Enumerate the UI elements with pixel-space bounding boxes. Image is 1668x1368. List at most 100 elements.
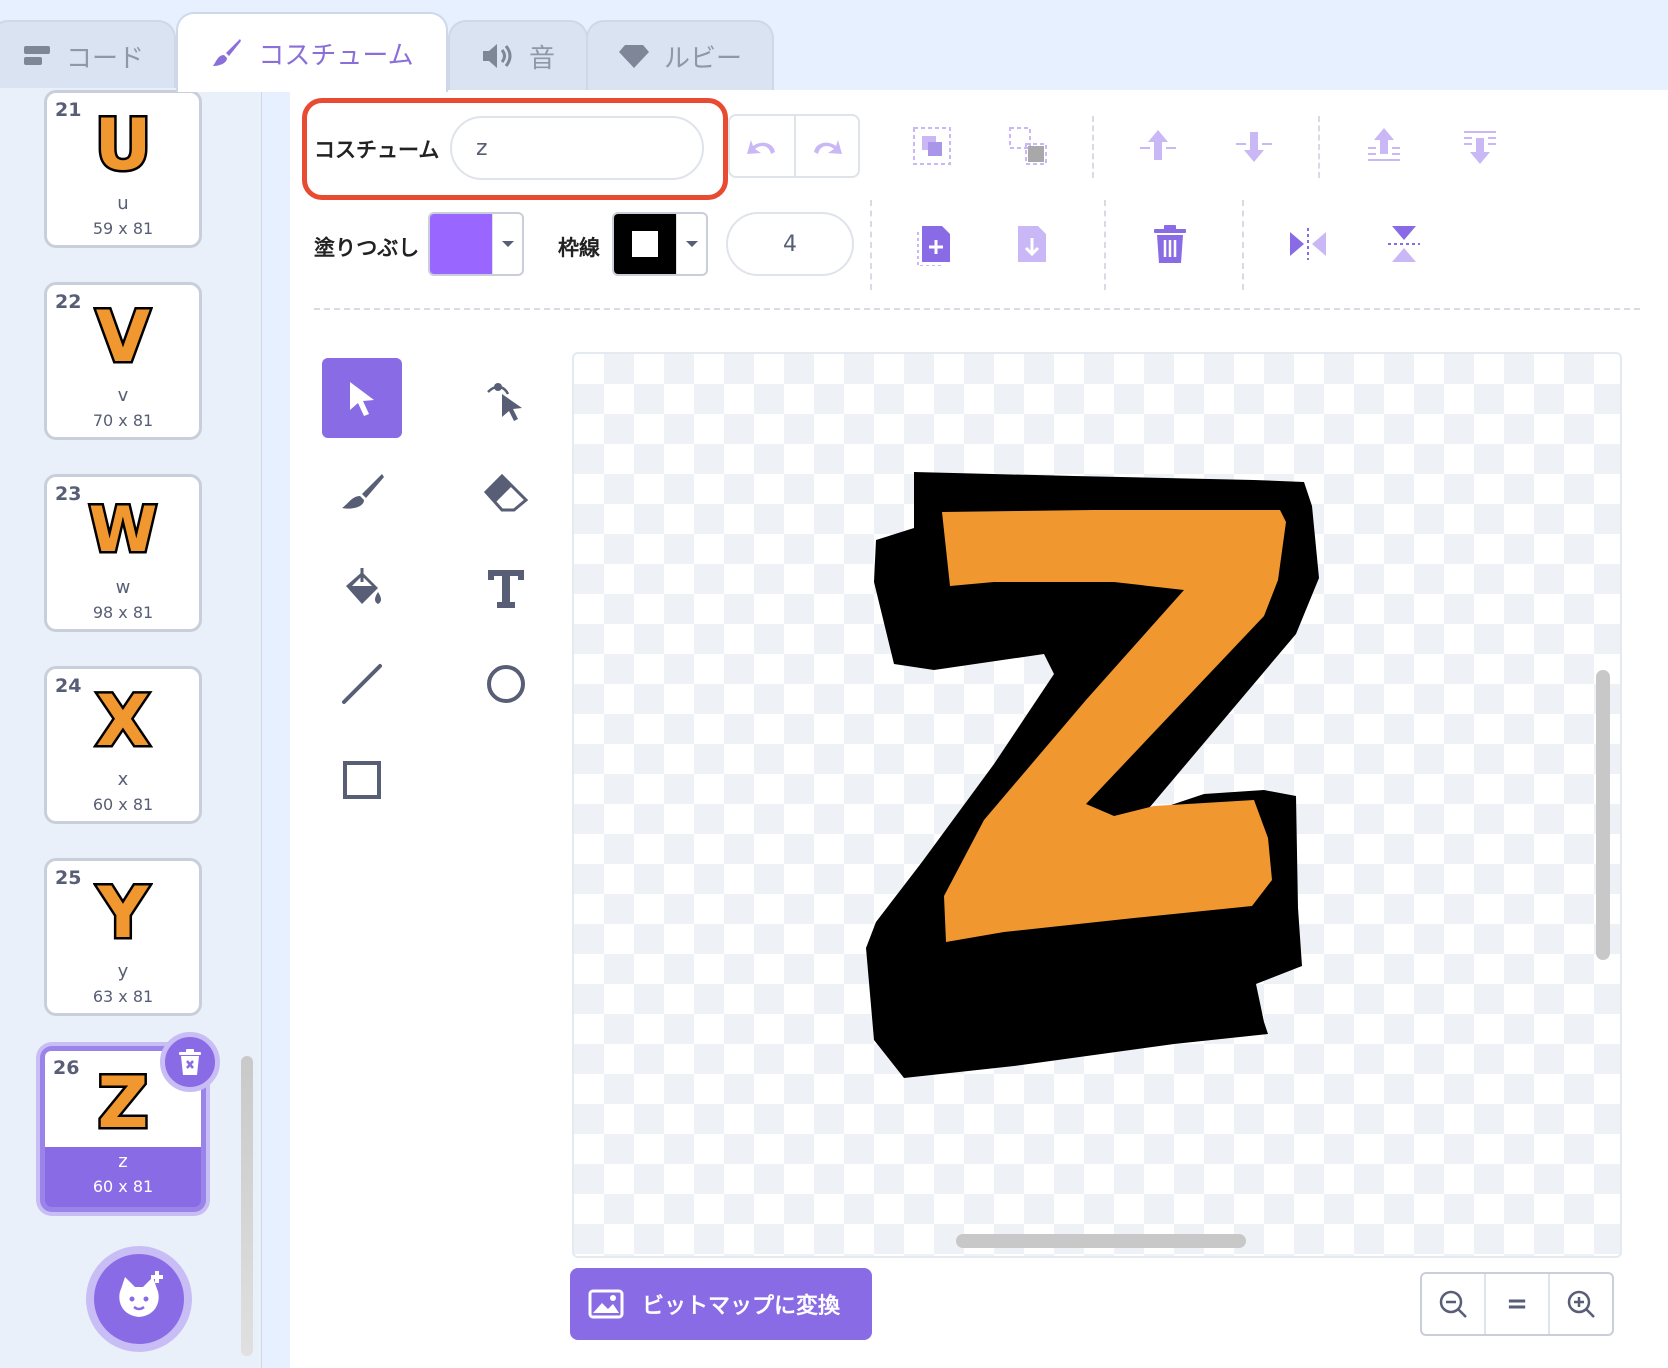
flip-vertical-button[interactable]: [1376, 216, 1432, 272]
outline-width-input[interactable]: 4: [726, 212, 854, 276]
toolbar-separator: [314, 308, 1640, 310]
arrow-up-icon: [1140, 130, 1176, 160]
costume-size: 98 x 81: [92, 603, 154, 622]
tab-costumes-label: コスチューム: [258, 40, 414, 71]
tab-code[interactable]: コード: [0, 20, 176, 90]
costume-size: 59 x 81: [92, 219, 154, 238]
costume-name: v: [117, 385, 129, 406]
toolbar-divider: [870, 200, 872, 290]
tab-sounds-label: 音: [528, 43, 555, 74]
paste-icon: [917, 226, 950, 266]
toolbar-divider: [1092, 116, 1094, 178]
arrow-down-icon: [1236, 132, 1272, 162]
back-button[interactable]: [1452, 118, 1508, 174]
paste-button[interactable]: [908, 216, 964, 272]
convert-to-bitmap-label: ビットマップに変換: [642, 1294, 841, 1319]
rectangle-tool[interactable]: [322, 740, 402, 820]
cat-add-icon: [119, 1271, 163, 1317]
rectangle-icon: [343, 761, 381, 799]
zoom-out-button[interactable]: [1422, 1274, 1484, 1334]
choose-costume-button[interactable]: [86, 1246, 192, 1352]
costume-item-y[interactable]: 25 Y y 63 x 81: [44, 858, 202, 1016]
trash-icon: [1154, 225, 1186, 263]
sidebar-scrollbar[interactable]: [241, 1056, 253, 1356]
flip-horizontal-button[interactable]: [1280, 216, 1336, 272]
front-button[interactable]: [1356, 118, 1412, 174]
fill-color-swatch: [430, 214, 492, 274]
paint-canvas[interactable]: [572, 352, 1622, 1258]
outline-label: 枠線: [558, 236, 600, 260]
dropdown-arrow-icon: [492, 214, 522, 274]
costume-thumbnail: X: [47, 677, 199, 767]
convert-to-bitmap-button[interactable]: ビットマップに変換: [570, 1268, 872, 1340]
dropdown-arrow-icon: [676, 214, 706, 274]
zoom-in-icon: [1567, 1290, 1595, 1318]
costume-name: w: [115, 577, 131, 598]
costume-item-u[interactable]: 21 U u 59 x 81: [44, 90, 202, 248]
ungroup-icon: [1009, 127, 1047, 165]
undo-icon: [747, 140, 775, 154]
forward-button[interactable]: [1130, 118, 1186, 174]
tab-ruby-label: ルビー: [663, 43, 742, 74]
flip-horizontal-icon: [1290, 228, 1326, 260]
svg-text:U: U: [95, 104, 152, 181]
costume-size: 70 x 81: [92, 411, 154, 430]
toolbar-divider: [1104, 200, 1106, 290]
redo-icon: [814, 140, 842, 154]
code-blocks-icon: [23, 46, 50, 65]
costume-size: 60 x 81: [92, 795, 154, 814]
delete-costume-button[interactable]: [160, 1032, 220, 1092]
costume-item-w[interactable]: 23 W w 98 x 81: [44, 474, 202, 632]
delete-button[interactable]: [1142, 216, 1198, 272]
tab-ruby[interactable]: ルビー: [586, 20, 774, 90]
fill-color-picker[interactable]: [428, 212, 524, 276]
zoom-reset-button[interactable]: =: [1484, 1274, 1548, 1334]
costume-thumbnail: U: [47, 101, 199, 191]
costume-name: y: [117, 961, 129, 982]
costume-size: 63 x 81: [92, 987, 154, 1006]
reshape-icon: [487, 383, 522, 421]
ungroup-button[interactable]: [1000, 118, 1056, 174]
select-tool[interactable]: [322, 358, 402, 438]
svg-text:W: W: [89, 493, 157, 565]
trash-icon: [179, 1049, 201, 1075]
redo-button[interactable]: [794, 116, 858, 176]
costume-item-v[interactable]: 22 V v 70 x 81: [44, 282, 202, 440]
fill-tool[interactable]: [322, 548, 402, 628]
zoom-in-button[interactable]: [1548, 1274, 1612, 1334]
outline-color-picker[interactable]: [612, 212, 708, 276]
brush-icon: [342, 474, 384, 509]
send-to-back-icon: [1464, 131, 1496, 164]
gem-icon: [618, 45, 649, 68]
circle-tool[interactable]: [466, 644, 546, 724]
line-tool[interactable]: [322, 644, 402, 724]
svg-text:Z: Z: [98, 1062, 149, 1139]
zoom-controls: =: [1420, 1272, 1614, 1336]
paint-bucket-icon: [346, 568, 381, 604]
group-icon: [913, 127, 951, 165]
tab-sounds[interactable]: 音: [448, 20, 588, 90]
flip-vertical-icon: [1388, 226, 1420, 262]
eraser-icon: [483, 473, 529, 512]
undo-redo-group: [728, 114, 860, 178]
undo-button[interactable]: [730, 116, 794, 176]
group-button[interactable]: [904, 118, 960, 174]
text-tool[interactable]: [466, 548, 546, 628]
circle-icon: [487, 665, 525, 703]
outline-color-swatch: [614, 214, 676, 274]
canvas-vertical-scrollbar[interactable]: [1596, 670, 1610, 960]
costume-item-x[interactable]: 24 X x 60 x 81: [44, 666, 202, 824]
copy-button[interactable]: [1004, 216, 1060, 272]
canvas-horizontal-scrollbar[interactable]: [956, 1234, 1246, 1248]
costume-drawing-z[interactable]: [574, 354, 1622, 1258]
costume-name-input[interactable]: z: [450, 116, 704, 180]
toolbar-divider: [1242, 200, 1244, 290]
brush-tool[interactable]: [322, 452, 402, 532]
backward-button[interactable]: [1226, 118, 1282, 174]
svg-text:V: V: [96, 296, 150, 373]
eraser-tool[interactable]: [466, 452, 546, 532]
reshape-tool[interactable]: [466, 358, 546, 438]
line-icon: [342, 664, 382, 704]
tab-costumes[interactable]: コスチューム: [176, 12, 448, 92]
bring-to-front-icon: [1368, 128, 1400, 161]
